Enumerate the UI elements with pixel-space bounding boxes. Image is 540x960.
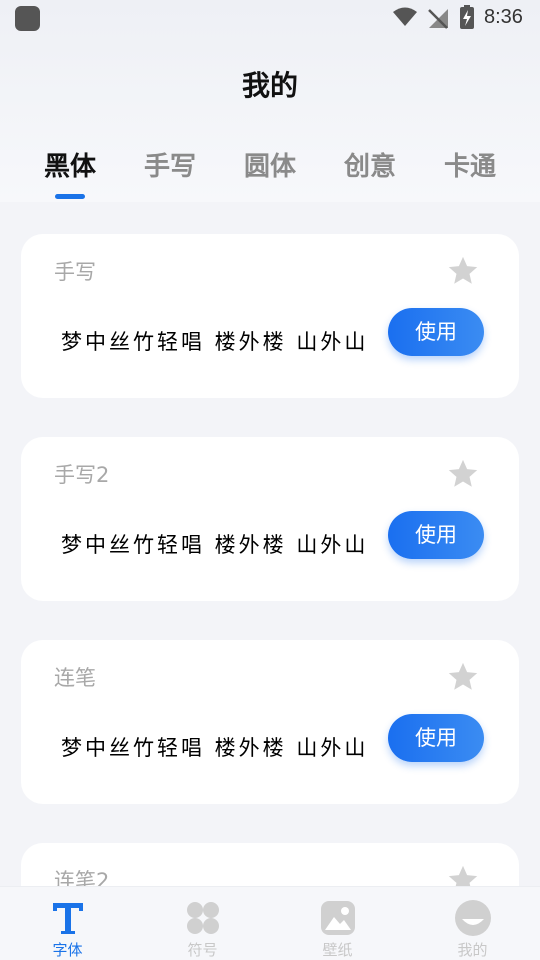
nav-item-fonts[interactable]: 字体 — [0, 887, 135, 960]
nav-label: 我的 — [457, 941, 488, 959]
no-signal-icon — [428, 9, 448, 29]
tab-katong[interactable]: 卡通 — [420, 146, 520, 183]
status-bar: 8:36 — [0, 0, 540, 38]
tab-yuanti[interactable]: 圆体 — [220, 146, 320, 183]
font-name: 连笔 — [54, 666, 96, 690]
nav-label: 壁纸 — [322, 941, 353, 959]
tab-heiti[interactable]: 黑体 — [20, 146, 120, 183]
star-icon[interactable] — [446, 457, 480, 491]
tab-chuangyi[interactable]: 创意 — [320, 146, 420, 183]
page-title: 我的 — [241, 69, 298, 102]
nav-item-symbols[interactable]: 符号 — [135, 887, 270, 960]
battery-charging-icon — [460, 5, 474, 29]
font-card[interactable]: 手写2 梦中丝竹轻唱 楼外楼 山外山 使用 — [21, 437, 519, 601]
use-font-button[interactable]: 使用 — [388, 308, 484, 356]
font-list[interactable]: 手写 梦中丝竹轻唱 楼外楼 山外山 使用 手写2 梦中丝竹轻唱 楼外楼 山外山 … — [0, 202, 540, 886]
font-card[interactable]: 手写 梦中丝竹轻唱 楼外楼 山外山 使用 — [21, 234, 519, 398]
font-card[interactable]: 连笔2 — [21, 843, 519, 886]
category-tabs: 黑体 手写 圆体 创意 卡通 — [0, 146, 540, 202]
profile-face-icon — [455, 900, 491, 936]
active-tab-indicator — [55, 194, 85, 199]
font-sample-text: 梦中丝竹轻唱 楼外楼 山外山 — [61, 330, 369, 354]
wallpaper-image-icon — [321, 901, 355, 935]
app-notification-icon — [15, 6, 40, 31]
use-font-button[interactable]: 使用 — [388, 714, 484, 762]
symbol-grid-icon — [187, 902, 219, 934]
nav-item-wallpaper[interactable]: 壁纸 — [270, 887, 405, 960]
font-sample-text: 梦中丝竹轻唱 楼外楼 山外山 — [61, 736, 369, 760]
font-card[interactable]: 连笔 梦中丝竹轻唱 楼外楼 山外山 使用 — [21, 640, 519, 804]
nav-item-profile[interactable]: 我的 — [405, 887, 540, 960]
tab-shouxie[interactable]: 手写 — [120, 146, 220, 183]
wifi-icon — [393, 7, 417, 26]
star-icon[interactable] — [446, 863, 480, 886]
nav-label: 字体 — [52, 941, 83, 959]
star-icon[interactable] — [446, 660, 480, 694]
font-sample-text: 梦中丝竹轻唱 楼外楼 山外山 — [61, 533, 369, 557]
status-time: 8:36 — [484, 6, 523, 28]
font-t-icon — [53, 903, 83, 934]
font-name: 手写 — [54, 260, 96, 284]
star-icon[interactable] — [446, 254, 480, 288]
bottom-nav: 字体 符号 壁纸 我的 — [0, 886, 540, 960]
nav-label: 符号 — [187, 941, 218, 959]
use-font-button[interactable]: 使用 — [388, 511, 484, 559]
font-name: 手写2 — [54, 463, 110, 487]
font-name: 连笔2 — [54, 869, 110, 886]
